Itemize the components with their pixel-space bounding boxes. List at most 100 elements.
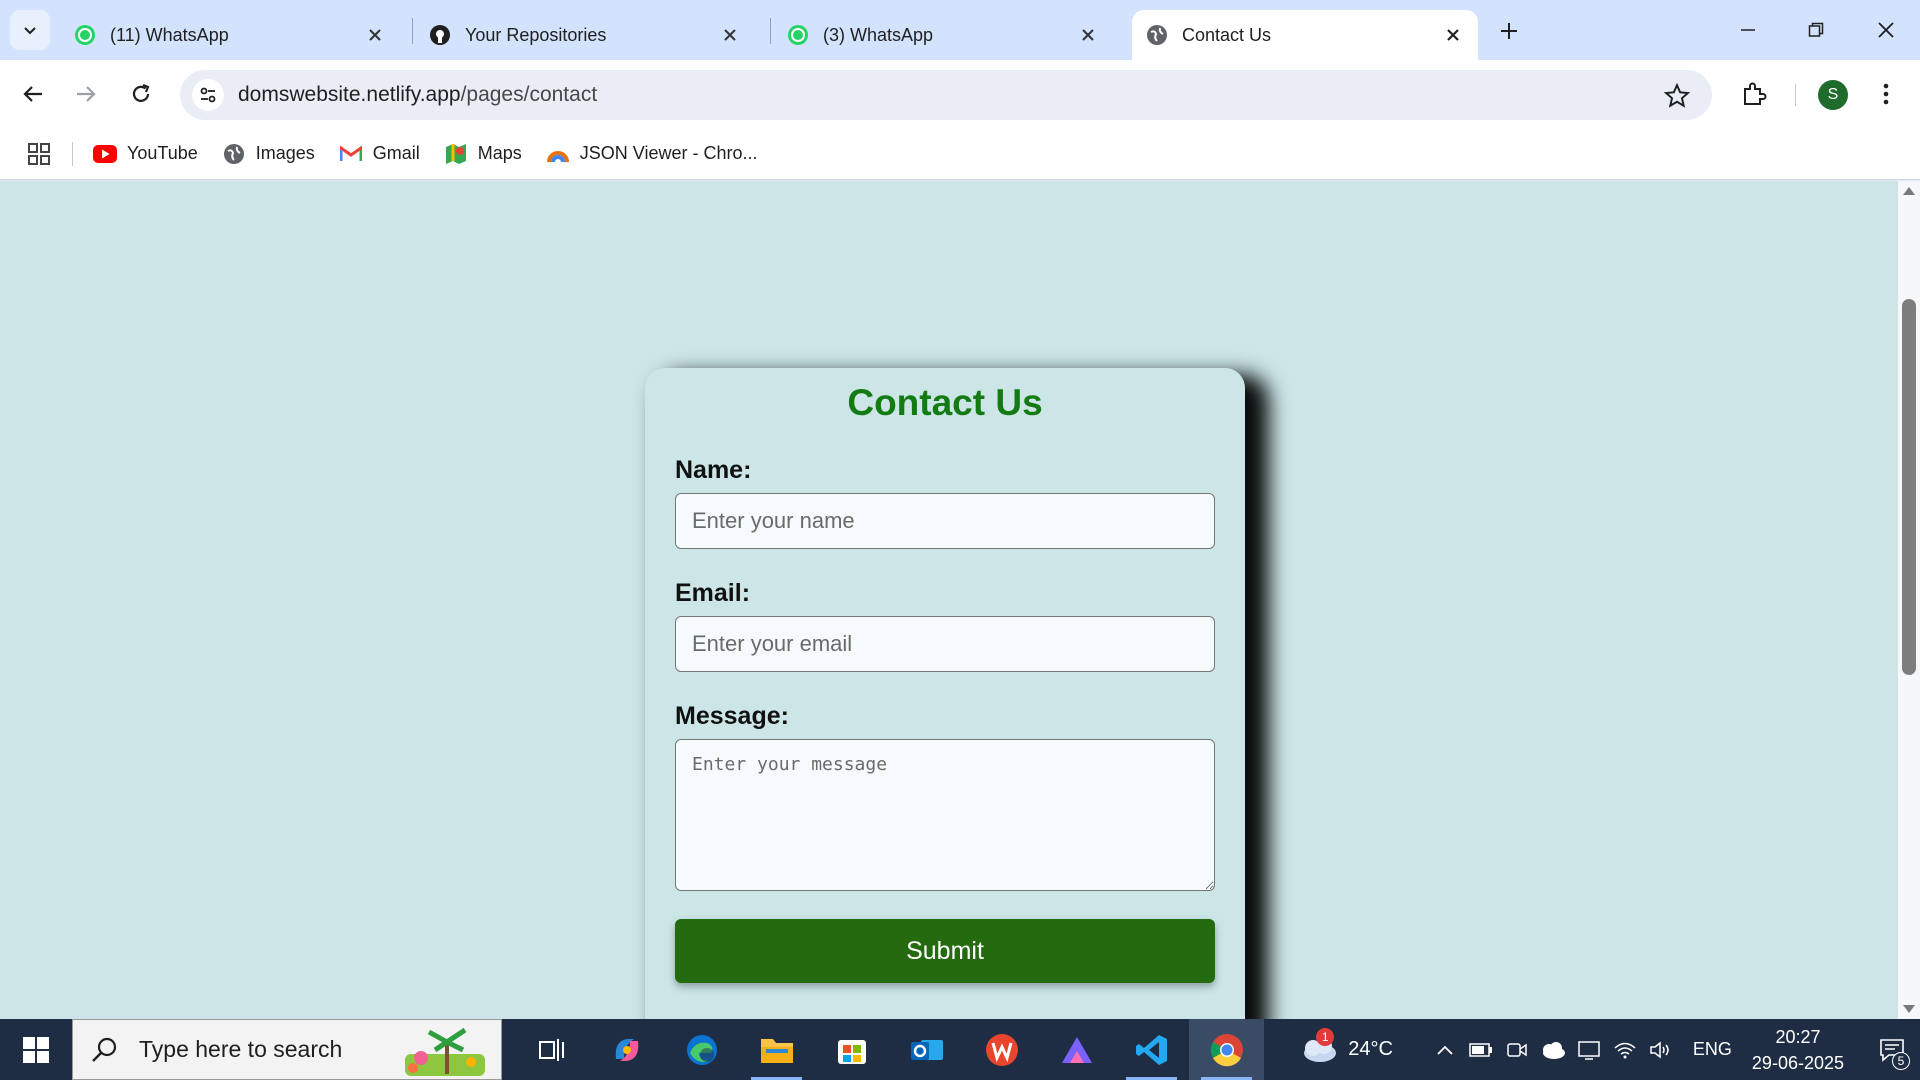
puzzle-icon [1744, 82, 1767, 105]
name-field[interactable] [675, 493, 1215, 549]
weather-widget[interactable]: 1 24°C [1298, 1027, 1393, 1064]
bookmarks-separator [72, 141, 73, 166]
submit-button[interactable]: Submit [675, 919, 1215, 983]
start-button[interactable] [0, 1019, 72, 1080]
chrome-icon [1210, 1033, 1243, 1066]
back-button[interactable] [13, 74, 53, 114]
wps-office-icon [985, 1033, 1018, 1066]
restore-button[interactable] [1796, 12, 1836, 48]
taskbar-clock[interactable]: 20:27 29-06-2025 [1752, 1024, 1844, 1076]
close-window-button[interactable] [1866, 12, 1906, 48]
scroll-down-arrow-icon[interactable] [1903, 1005, 1915, 1013]
microsoft-store-app[interactable] [814, 1019, 889, 1080]
bookmark-star-icon[interactable] [1664, 83, 1690, 109]
close-icon[interactable] [364, 24, 386, 46]
bookmark-images[interactable]: Images [222, 143, 315, 164]
arrow-left-icon [23, 86, 42, 102]
message-field[interactable] [675, 739, 1215, 891]
tab-contact-us[interactable]: Contact Us [1132, 10, 1478, 60]
email-field[interactable] [675, 616, 1215, 672]
url-path: /pages/contact [460, 83, 598, 106]
name-label: Name: [675, 456, 752, 484]
maps-icon [444, 143, 468, 164]
tab-strip: (11) WhatsApp Your Repositories (3) What… [0, 0, 1920, 60]
notification-center-button[interactable]: 5 [1870, 1019, 1914, 1080]
taskbar-search-placeholder: Type here to search [139, 1036, 343, 1062]
chevron-up-icon [1437, 1045, 1453, 1055]
clock-date: 29-06-2025 [1751, 1052, 1844, 1073]
bookmark-json-viewer[interactable]: JSON Viewer - Chro... [546, 143, 758, 164]
new-tab-button[interactable] [1492, 14, 1526, 48]
arc-app-icon [1061, 1036, 1092, 1063]
wps-office-app[interactable] [964, 1019, 1039, 1080]
bookmark-label: Gmail [372, 143, 420, 163]
reload-icon [132, 83, 150, 102]
tab-separator [770, 18, 771, 44]
plus-icon [1501, 23, 1517, 39]
page-viewport: Contact Us Name: Email: Message: Submit [0, 181, 1898, 1019]
site-info-icon[interactable] [192, 79, 224, 111]
bookmark-maps[interactable]: Maps [444, 143, 522, 164]
tab-whatsapp-1[interactable]: (11) WhatsApp [60, 10, 400, 60]
bookmark-youtube[interactable]: YouTube [93, 143, 198, 164]
profile-avatar[interactable]: S [1818, 80, 1848, 110]
apps-grid-icon[interactable] [26, 141, 52, 167]
close-icon[interactable] [1077, 24, 1099, 46]
outlook-icon [910, 1039, 943, 1060]
notification-count: 5 [1892, 1052, 1910, 1070]
tab-title: (3) WhatsApp [823, 24, 934, 45]
json-viewer-icon [546, 144, 570, 164]
windows-logo-icon [23, 1036, 49, 1063]
bookmark-label: Images [255, 143, 315, 163]
reload-button[interactable] [121, 74, 161, 114]
edge-app[interactable] [664, 1019, 739, 1080]
arrow-right-icon [77, 86, 96, 102]
taskbar-search-box[interactable]: Type here to search [72, 1019, 502, 1080]
windows-taskbar: Type here to search 1 24°C ENG 20:27 29-… [0, 1019, 1920, 1080]
task-view-button[interactable] [514, 1019, 589, 1080]
browser-menu-button[interactable] [1870, 76, 1902, 112]
toolbar-separator [1795, 84, 1796, 106]
tab-search-button[interactable] [10, 10, 50, 50]
battery-icon [1469, 1042, 1492, 1057]
bookmarks-bar: YouTube Images Gmail Maps JSON Viewer - … [0, 128, 1920, 180]
whatsapp-icon [787, 24, 809, 46]
contact-form: Contact Us Name: Email: Message: Submit [645, 368, 1245, 1019]
tab-whatsapp-2[interactable]: (3) WhatsApp [773, 10, 1113, 60]
onedrive-tray-icon[interactable] [1535, 1019, 1571, 1080]
arc-app[interactable] [1039, 1019, 1114, 1080]
show-hidden-icons-button[interactable] [1427, 1019, 1463, 1080]
page-scrollbar[interactable] [1898, 181, 1920, 1019]
chrome-app[interactable] [1189, 1019, 1264, 1080]
file-explorer-app[interactable] [739, 1019, 814, 1080]
clock-time: 20:27 [1775, 1026, 1821, 1047]
copilot-app[interactable] [589, 1019, 664, 1080]
battery-tray-icon[interactable] [1463, 1019, 1499, 1080]
chevron-down-icon [24, 27, 36, 35]
address-bar[interactable]: domswebsite.netlify.app/pages/contact [180, 70, 1712, 120]
extensions-button[interactable] [1736, 76, 1772, 112]
speaker-icon [1650, 1040, 1669, 1059]
vscode-app[interactable] [1114, 1019, 1189, 1080]
display-tray-icon[interactable] [1571, 1019, 1607, 1080]
meet-now-tray-icon[interactable] [1499, 1019, 1535, 1080]
copilot-icon [615, 1038, 638, 1061]
globe-icon [222, 143, 246, 164]
outlook-app[interactable] [889, 1019, 964, 1080]
scroll-up-arrow-icon[interactable] [1903, 187, 1915, 195]
bookmark-gmail[interactable]: Gmail [339, 143, 420, 164]
github-icon [429, 24, 451, 46]
minimize-button[interactable] [1728, 12, 1768, 48]
gmail-icon [339, 144, 363, 164]
network-tray-icon[interactable] [1607, 1019, 1643, 1080]
volume-tray-icon[interactable] [1643, 1019, 1679, 1080]
tab-title: Your Repositories [465, 24, 607, 45]
tab-github[interactable]: Your Repositories [415, 10, 755, 60]
close-icon[interactable] [719, 24, 741, 46]
forward-button[interactable] [66, 74, 106, 114]
input-language[interactable]: ENG [1693, 1039, 1732, 1060]
camera-icon [1507, 1042, 1527, 1057]
close-icon[interactable] [1442, 24, 1464, 46]
search-icon [92, 1037, 117, 1062]
scroll-thumb[interactable] [1902, 299, 1916, 675]
